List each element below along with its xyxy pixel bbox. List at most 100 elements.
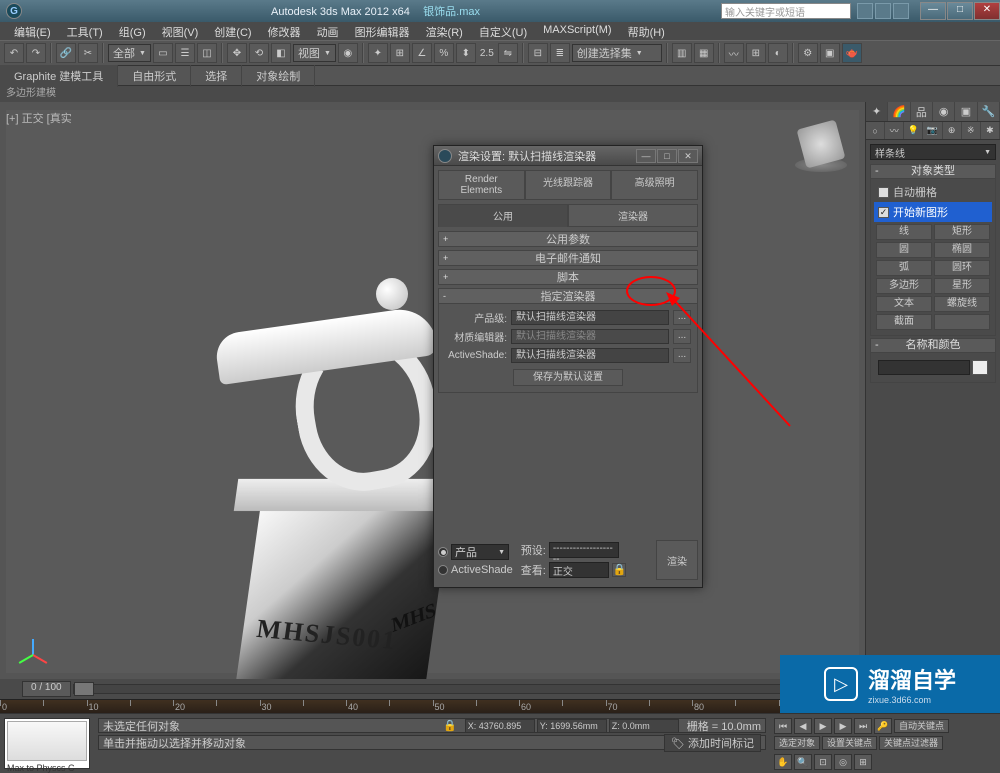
goto-start-icon[interactable]: ⏮ xyxy=(774,718,792,734)
render-prod-icon[interactable]: 🫖 xyxy=(842,43,862,63)
category-dropdown[interactable]: 样条线 xyxy=(870,144,996,160)
sub-shapes-icon[interactable]: 〰 xyxy=(885,122,904,139)
app-logo-icon[interactable]: G xyxy=(6,3,22,19)
rollout-email[interactable]: +电子邮件通知 xyxy=(438,250,698,266)
ribbon-tab-select[interactable]: 选择 xyxy=(191,65,242,87)
viewport-label[interactable]: [+] 正交 [真实 xyxy=(6,110,72,126)
object-name-input[interactable] xyxy=(878,360,970,375)
track-ruler[interactable]: 0102030405060708090100 xyxy=(0,699,865,713)
dialog-maximize-button[interactable]: □ xyxy=(657,149,677,163)
redo-icon[interactable]: ↷ xyxy=(26,43,46,63)
startnew-checkbox[interactable]: ✓开始新图形 xyxy=(874,202,992,222)
goto-end-icon[interactable]: ⏭ xyxy=(854,718,872,734)
named-selset-dropdown[interactable]: 创建选择集 xyxy=(572,44,662,62)
layer-icon[interactable]: ≣ xyxy=(550,43,570,63)
select-region-icon[interactable]: ◫ xyxy=(197,43,217,63)
render-setup-icon[interactable]: ⚙ xyxy=(798,43,818,63)
render-button[interactable]: 渲染 xyxy=(656,540,698,580)
info-icon[interactable] xyxy=(857,3,873,19)
save-default-button[interactable]: 保存为默认设置 xyxy=(513,369,623,386)
material-editor-icon[interactable]: ◐ xyxy=(768,43,788,63)
menu-group[interactable]: 组(G) xyxy=(111,22,154,40)
close-button[interactable]: ✕ xyxy=(974,2,1000,20)
sub-systems-icon[interactable]: ✱ xyxy=(981,122,1000,139)
tab-utilities-icon[interactable]: 🔧 xyxy=(978,102,1000,121)
sub-space-icon[interactable]: ※ xyxy=(962,122,981,139)
move-icon[interactable]: ✥ xyxy=(227,43,247,63)
rollout-object-type[interactable]: -对象类型 xyxy=(870,164,996,179)
view-dropdown[interactable]: 正交 xyxy=(549,562,609,578)
btn-text[interactable]: 文本 xyxy=(876,296,932,312)
minimize-button[interactable]: — xyxy=(920,2,946,20)
unlink-icon[interactable]: ✂ xyxy=(78,43,98,63)
tab-render-elements[interactable]: Render Elements xyxy=(438,170,525,200)
select-name-icon[interactable]: ☰ xyxy=(175,43,195,63)
tab-create-icon[interactable]: ✦ xyxy=(866,102,888,121)
rotate-icon[interactable]: ⟲ xyxy=(249,43,269,63)
play-icon[interactable]: ▶ xyxy=(814,718,832,734)
rollout-name-color[interactable]: -名称和颜色 xyxy=(870,338,996,353)
spinner-snap-icon[interactable]: ⬍ xyxy=(456,43,476,63)
script-listener[interactable]: Max to Physcs C xyxy=(4,718,90,769)
pan-icon[interactable]: ✋ xyxy=(774,754,792,770)
mirror-icon[interactable]: ⇋ xyxy=(498,43,518,63)
selection-filter-dropdown[interactable]: 全部 xyxy=(108,44,151,62)
color-swatch[interactable] xyxy=(972,360,988,375)
autogrid-checkbox[interactable]: 自动栅格 xyxy=(874,182,992,202)
ribbon-subtab[interactable]: 多边形建模 xyxy=(0,86,1000,102)
ribbon-tab-objpaint[interactable]: 对象绘制 xyxy=(242,65,315,87)
percent-snap-icon[interactable]: % xyxy=(434,43,454,63)
lock-icon[interactable]: 🔒 xyxy=(443,719,457,732)
prev-frame-icon[interactable]: ◀ xyxy=(794,718,812,734)
btn-circle[interactable]: 圆 xyxy=(876,242,932,258)
maximize-button[interactable]: □ xyxy=(947,2,973,20)
time-thumb[interactable] xyxy=(74,682,94,696)
undo-icon[interactable]: ↶ xyxy=(4,43,24,63)
rollout-common-params[interactable]: +公用参数 xyxy=(438,231,698,247)
menu-render[interactable]: 渲染(R) xyxy=(418,22,471,40)
btn-star[interactable]: 星形 xyxy=(934,278,990,294)
view-lock-icon[interactable]: 🔒 xyxy=(612,563,626,577)
btn-helix[interactable]: 螺旋线 xyxy=(934,296,990,312)
tab-display-icon[interactable]: ▣ xyxy=(955,102,977,121)
menu-edit[interactable]: 编辑(E) xyxy=(6,22,59,40)
menu-animation[interactable]: 动画 xyxy=(309,22,347,40)
tab-motion-icon[interactable]: ◉ xyxy=(933,102,955,121)
render-frame-icon[interactable]: ▣ xyxy=(820,43,840,63)
select-icon[interactable]: ▭ xyxy=(153,43,173,63)
zoom-icon[interactable]: 🔍 xyxy=(794,754,812,770)
pivot-icon[interactable]: ◉ xyxy=(338,43,358,63)
ref-coord-dropdown[interactable]: 视图 xyxy=(293,44,336,62)
btn-ngon[interactable]: 多边形 xyxy=(876,278,932,294)
dialog-titlebar[interactable]: 渲染设置: 默认扫描线渲染器 — □ ✕ xyxy=(434,146,702,166)
align-icon[interactable]: ⊟ xyxy=(528,43,548,63)
coord-z[interactable]: Z: 0.0mm xyxy=(609,719,679,733)
menu-create[interactable]: 创建(C) xyxy=(206,22,259,40)
zoom-extents-icon[interactable]: ⊡ xyxy=(814,754,832,770)
preset-dropdown[interactable]: -------------------- xyxy=(549,542,619,558)
tab-raytracer[interactable]: 光线跟踪器 xyxy=(525,170,612,200)
time-track[interactable] xyxy=(73,684,865,694)
schematic-icon[interactable]: ⊞ xyxy=(746,43,766,63)
btn-rectangle[interactable]: 矩形 xyxy=(934,224,990,240)
btn-donut[interactable]: 圆环 xyxy=(934,260,990,276)
time-tag-button[interactable]: 🏷 添加时间标记 xyxy=(664,734,761,752)
menu-modifier[interactable]: 修改器 xyxy=(260,22,309,40)
link-icon[interactable]: 🔗 xyxy=(56,43,76,63)
tab-common[interactable]: 公用 xyxy=(438,204,568,227)
mirror2-icon[interactable]: ▥ xyxy=(672,43,692,63)
menu-maxscript[interactable]: MAXScript(M) xyxy=(535,22,619,40)
coord-x[interactable]: X: 43760.895 xyxy=(465,719,535,733)
tab-adv-lighting[interactable]: 高级照明 xyxy=(611,170,698,200)
btn-ellipse[interactable]: 椭圆 xyxy=(934,242,990,258)
time-slider-handle[interactable]: 0 / 100 xyxy=(22,681,71,697)
autokey-button[interactable]: 自动关键点 xyxy=(894,719,949,733)
selset-button[interactable]: 选定对象 xyxy=(774,736,820,750)
menu-grapheditor[interactable]: 图形编辑器 xyxy=(347,22,418,40)
orbit-icon[interactable]: ◎ xyxy=(834,754,852,770)
manip-icon[interactable]: ✦ xyxy=(368,43,388,63)
rollout-assign-renderer[interactable]: -指定渲染器 xyxy=(438,288,698,304)
maximize-viewport-icon[interactable]: ⊞ xyxy=(854,754,872,770)
as-browse-button[interactable]: ... xyxy=(673,348,691,363)
sub-cameras-icon[interactable]: 📷 xyxy=(923,122,942,139)
